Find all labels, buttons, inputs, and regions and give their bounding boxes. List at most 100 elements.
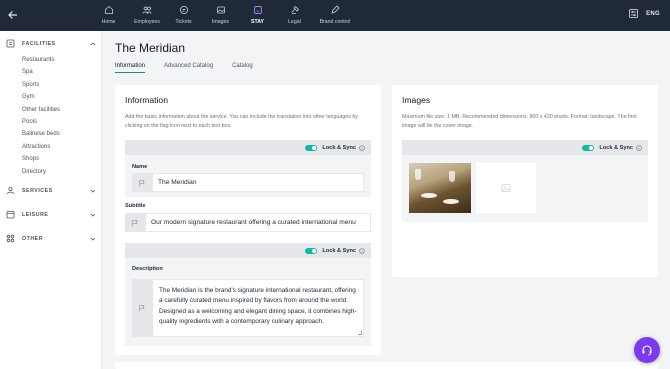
- lock-sync-bar: Lock & Sync: [125, 140, 371, 155]
- glass-shape: [449, 171, 455, 182]
- section-title: FACILITIES: [22, 40, 56, 47]
- settings-panel-icon[interactable]: [629, 9, 638, 18]
- nav-item-brand-control[interactable]: Brand control: [317, 0, 353, 31]
- other-icon: [6, 234, 15, 243]
- tickets-icon: [179, 6, 188, 14]
- description-textarea[interactable]: The Meridian is the brand's signature in…: [152, 279, 364, 337]
- nav-label: Legal: [288, 19, 301, 25]
- flag-icon: [139, 179, 145, 186]
- tab-information[interactable]: Information: [115, 63, 146, 73]
- subtitle-input[interactable]: Our modern signature restaurant offering…: [145, 213, 371, 232]
- nav-label: STAY: [251, 19, 264, 25]
- name-label: Name: [132, 164, 148, 170]
- flag-icon: [139, 305, 145, 312]
- sidebar-item-attractions[interactable]: Attractions: [22, 141, 60, 153]
- sidebar-item-spa[interactable]: Spa: [22, 66, 60, 78]
- page-title: The Meridian: [115, 41, 186, 55]
- main-nav: Home Employees Tickets Images STAY Legal…: [96, 0, 353, 31]
- plate-shape: [421, 193, 437, 198]
- lock-sync-label: Lock & Sync: [599, 144, 633, 151]
- headset-icon: [642, 345, 652, 356]
- lock-sync-toggle[interactable]: [582, 144, 595, 151]
- sidebar-section-services[interactable]: SERVICES: [6, 186, 96, 195]
- images-icon: [216, 6, 225, 14]
- images-title: Images: [402, 95, 431, 105]
- info-icon[interactable]: [359, 144, 365, 151]
- sidebar-section-other[interactable]: OTHER: [6, 234, 96, 243]
- brand-control-icon: [331, 5, 340, 14]
- subtitle-label: Subtitle: [125, 203, 146, 209]
- lock-sync-label: Lock & Sync: [322, 247, 356, 254]
- nav-label: Tickets: [175, 19, 192, 25]
- sidebar-item-directory[interactable]: Directory: [22, 166, 60, 178]
- sidebar-item-other-facilities[interactable]: Other facilities: [22, 104, 60, 116]
- resize-handle[interactable]: [358, 331, 362, 335]
- information-description: Add the basic information about the serv…: [125, 114, 358, 129]
- nav-label: Brand control: [319, 19, 351, 25]
- glass-shape: [415, 169, 421, 180]
- description-text: The Meridian is the brand's signature in…: [159, 287, 357, 325]
- chevron-down-icon: [90, 237, 96, 241]
- subtitle-translate-button[interactable]: [125, 213, 145, 232]
- home-icon: [104, 5, 113, 14]
- sidebar-item-gym[interactable]: Gym: [22, 91, 60, 103]
- lock-sync-toggle[interactable]: [305, 247, 318, 254]
- nav-label: Employees: [134, 19, 160, 25]
- sidebar: FACILITIES Restaurants Spa Sports Gym Ot…: [0, 31, 102, 369]
- nav-label: Images: [211, 19, 229, 25]
- sidebar-item-balinese-beds[interactable]: Balinese beds: [22, 128, 60, 140]
- top-navigation-bar: Home Employees Tickets Images STAY Legal…: [0, 0, 670, 31]
- nav-item-employees[interactable]: Employees: [133, 0, 161, 31]
- sidebar-section-facilities[interactable]: FACILITIES: [6, 39, 96, 48]
- description-label: Description: [132, 266, 163, 272]
- chevron-down-icon: [90, 213, 96, 217]
- flag-icon: [132, 219, 138, 226]
- sidebar-section-leisure[interactable]: LEISURE: [6, 210, 96, 219]
- section-title: OTHER: [22, 235, 44, 242]
- sidebar-item-restaurants[interactable]: Restaurants: [22, 54, 60, 66]
- legal-icon: [290, 5, 299, 14]
- lock-sync-toggle[interactable]: [305, 144, 318, 151]
- chevron-down-icon: [90, 189, 96, 193]
- lock-sync-bar: Lock & Sync: [125, 243, 371, 258]
- chevron-up-icon: [90, 41, 96, 45]
- sidebar-item-shops[interactable]: Shops: [22, 153, 60, 165]
- images-description: Maximum file size: 1 MB. Recommended dim…: [402, 114, 637, 129]
- facilities-icon: [6, 39, 15, 48]
- employees-icon: [142, 6, 152, 14]
- support-chat-button[interactable]: [634, 337, 660, 363]
- stay-icon: [253, 6, 262, 14]
- section-title: SERVICES: [22, 187, 53, 194]
- nav-item-tickets[interactable]: Tickets: [171, 0, 196, 31]
- sidebar-item-sports[interactable]: Sports: [22, 79, 60, 91]
- cover-image-thumbnail[interactable]: [409, 163, 471, 213]
- nav-item-stay[interactable]: STAY: [245, 0, 270, 31]
- description-translate-button[interactable]: [132, 279, 152, 337]
- next-card: [115, 362, 658, 369]
- tab-catalog[interactable]: Catalog: [232, 63, 253, 73]
- info-icon[interactable]: [636, 144, 642, 151]
- section-title: LEISURE: [22, 211, 49, 218]
- nav-item-legal[interactable]: Legal: [282, 0, 307, 31]
- image-placeholder-icon: [501, 184, 511, 192]
- name-input[interactable]: The Meridian: [152, 173, 364, 192]
- language-selector[interactable]: ENG: [646, 11, 660, 17]
- sidebar-item-pools[interactable]: Pools: [22, 116, 60, 128]
- back-arrow-icon[interactable]: [7, 8, 19, 20]
- lock-sync-bar: Lock & Sync: [402, 140, 648, 155]
- services-icon: [7, 186, 14, 195]
- info-icon[interactable]: [359, 247, 365, 254]
- nav-label: Home: [101, 19, 116, 25]
- lock-sync-label: Lock & Sync: [322, 144, 356, 151]
- plate-shape: [443, 199, 459, 204]
- tab-bar: Information Advanced Catalog Catalog: [115, 63, 272, 73]
- information-title: Information: [125, 95, 168, 105]
- top-right-controls: ENG: [629, 9, 660, 18]
- nav-item-home[interactable]: Home: [96, 0, 121, 31]
- nav-item-images[interactable]: Images: [208, 0, 233, 31]
- name-translate-button[interactable]: [132, 173, 152, 192]
- tab-advanced-catalog[interactable]: Advanced Catalog: [164, 63, 213, 73]
- leisure-icon: [6, 211, 15, 219]
- add-image-placeholder[interactable]: [476, 163, 536, 213]
- facilities-list: Restaurants Spa Sports Gym Other facilit…: [22, 54, 60, 178]
